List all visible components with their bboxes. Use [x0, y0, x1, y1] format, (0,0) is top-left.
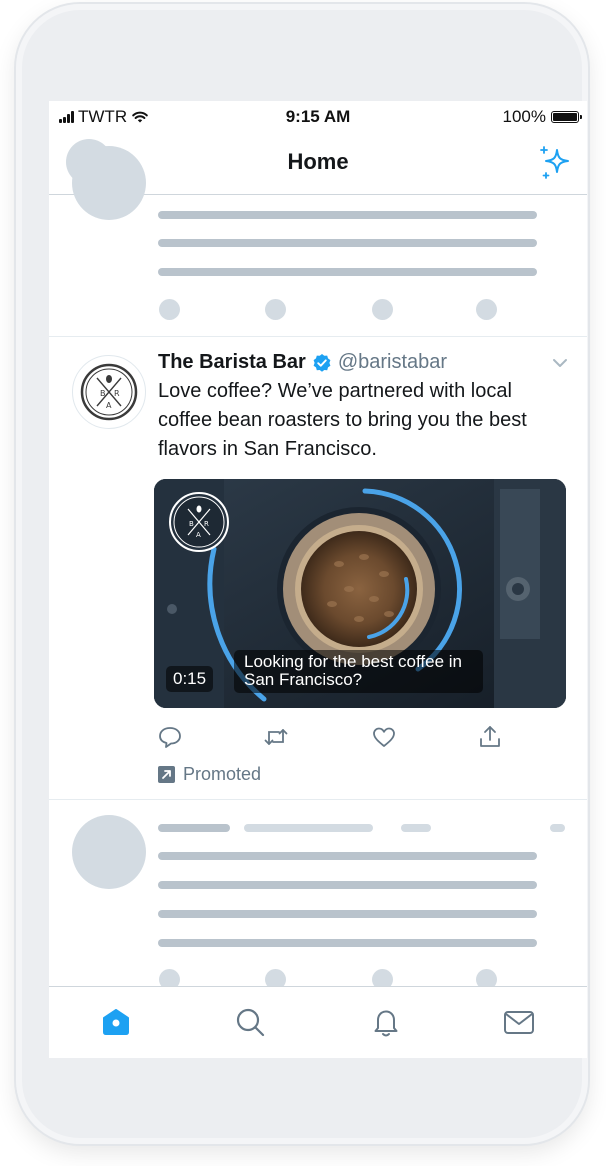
skeleton-action: [265, 299, 286, 320]
svg-text:B: B: [189, 520, 194, 528]
tweet-header: The Barista Bar @baristabar: [158, 351, 447, 374]
skeleton-avatar: [72, 815, 146, 889]
reply-icon[interactable]: [157, 724, 183, 750]
skeleton-line: [401, 824, 431, 832]
svg-text:A: A: [106, 401, 112, 410]
tweet-text: Love coffee? We’ve partnered with local …: [158, 380, 527, 460]
svg-text:R: R: [204, 520, 209, 528]
chevron-down-icon[interactable]: [551, 357, 569, 369]
retweet-icon[interactable]: [263, 724, 289, 750]
notifications-icon[interactable]: [369, 1005, 403, 1039]
video-caption: Looking for the best coffee in San Franc…: [234, 650, 483, 693]
skeleton-line: [158, 268, 537, 276]
skeleton-action: [372, 299, 393, 320]
svg-text:B: B: [100, 389, 106, 398]
home-icon[interactable]: [99, 1005, 133, 1039]
video-duration: 0:15: [166, 666, 214, 692]
skeleton-line: [158, 852, 537, 860]
status-bar: TWTR 9:15 AM 100%: [49, 101, 587, 133]
skeleton-line: [158, 881, 537, 889]
skeleton-line: [550, 824, 565, 832]
skeleton-action: [159, 299, 180, 320]
verified-badge-icon: [313, 353, 331, 372]
skeleton-line: [244, 824, 373, 832]
divider: [49, 336, 587, 337]
tab-bar: [49, 986, 587, 1058]
like-icon[interactable]: [371, 724, 397, 750]
skeleton-line: [158, 239, 537, 247]
svg-text:R: R: [114, 389, 120, 398]
promoted-icon: [158, 766, 175, 783]
search-icon[interactable]: [233, 1005, 267, 1039]
skeleton-line: [158, 824, 230, 832]
divider: [49, 799, 587, 800]
video-logo-icon: B R A: [169, 492, 229, 552]
status-right: 100%: [502, 107, 582, 127]
tweet-avatar[interactable]: B R A: [72, 355, 146, 429]
promoted-text: Promoted: [183, 764, 262, 784]
app-screen: TWTR 9:15 AM 100% Home B R A The Barista…: [49, 101, 587, 1058]
tweet-handle[interactable]: @baristabar: [338, 351, 447, 374]
battery-percent: 100%: [502, 107, 546, 126]
skeleton-line: [158, 939, 537, 947]
promoted-label-row: Promoted: [158, 764, 261, 785]
skeleton-avatar: [72, 146, 146, 220]
sparkle-icon[interactable]: [535, 143, 573, 181]
skeleton-action: [476, 299, 497, 320]
phone-frame: TWTR 9:15 AM 100% Home B R A The Barista…: [16, 4, 588, 1144]
messages-icon[interactable]: [502, 1005, 536, 1039]
tweet-video[interactable]: B R A 0:15 Looking for the best coffee i…: [154, 479, 566, 708]
skeleton-line: [158, 910, 537, 918]
barista-bar-logo: B R A: [80, 363, 138, 421]
skeleton-line: [158, 211, 537, 219]
share-icon[interactable]: [477, 724, 503, 750]
battery-icon: [551, 111, 582, 123]
tweet-author-name[interactable]: The Barista Bar: [158, 351, 306, 374]
svg-text:A: A: [196, 531, 201, 539]
